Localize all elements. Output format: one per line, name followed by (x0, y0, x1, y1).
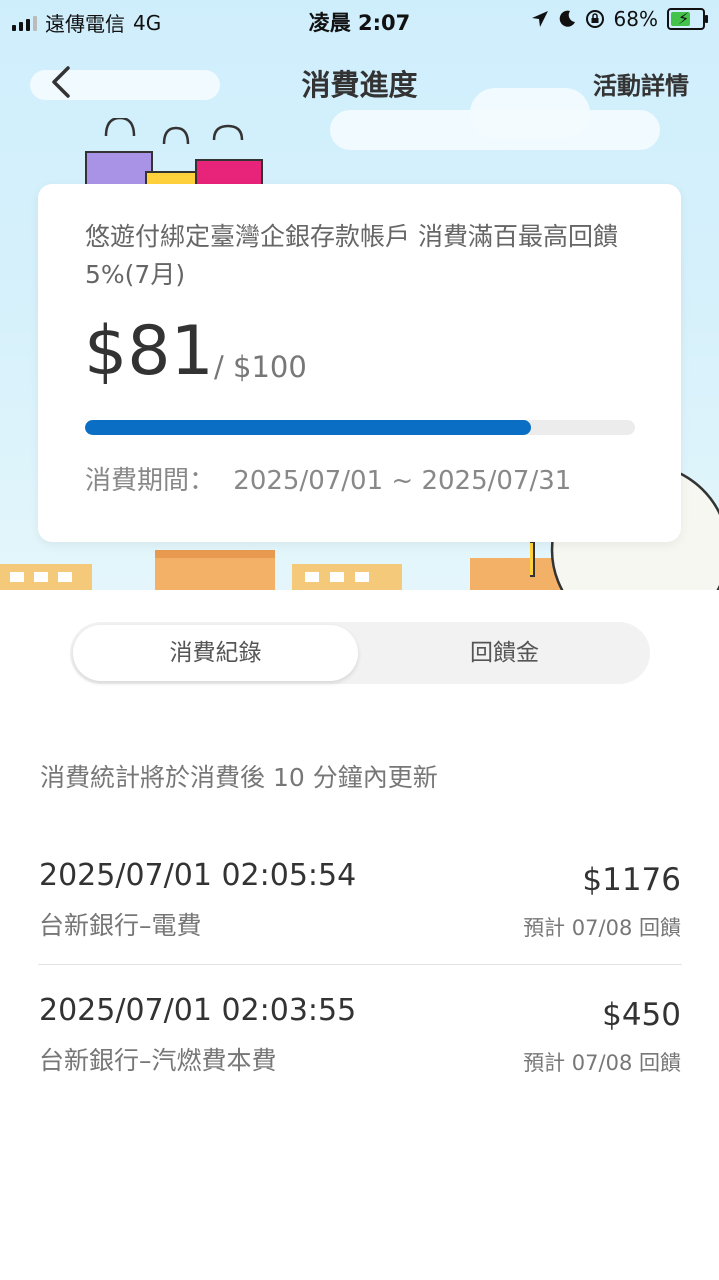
rotation-lock-icon (585, 10, 604, 28)
battery-percent: 68% (613, 7, 658, 31)
segmented-tabs: 消費紀錄 回饋金 (70, 622, 650, 684)
tab-spending-records[interactable]: 消費紀錄 (73, 625, 358, 681)
transaction-datetime: 2025/07/01 02:05:54 (39, 858, 357, 893)
period-value: 2025/07/01 ~ 2025/07/31 (233, 466, 572, 496)
transaction-merchant: 台新銀行–汽燃費本費 (39, 1046, 277, 1075)
status-bar: 遠傳電信 4G 凌晨 2:07 68% ⚡ (0, 0, 719, 40)
campaign-title: 悠遊付綁定臺灣企銀存款帳戶 消費滿百最高回饋5%(7月) (85, 222, 618, 289)
spending-progress-bar (85, 420, 635, 435)
reward-eta: 預計 07/08 回饋 (523, 1051, 681, 1075)
transaction-amount: $450 (602, 997, 681, 1033)
progress-fill (85, 420, 531, 435)
moon-icon (559, 10, 575, 27)
spending-period: 消費期間： 2025/07/01 ~ 2025/07/31 (85, 460, 571, 497)
period-label: 消費期間： (85, 466, 216, 496)
update-notice: 消費統計將於消費後 10 分鐘內更新 (40, 763, 438, 792)
activity-details-link[interactable]: 活動詳情 (593, 66, 689, 101)
tab-rewards[interactable]: 回饋金 (362, 625, 647, 681)
navigation-bar: 消費進度 活動詳情 (0, 50, 719, 112)
spent-amount: $81 (84, 312, 214, 391)
reward-eta: 預計 07/08 回饋 (523, 916, 681, 940)
transaction-row: 2025/07/01 02:05:54 台新銀行–電費 $1176 預計 07/… (39, 858, 681, 968)
status-right: 68% ⚡ (531, 7, 708, 31)
transaction-row: 2025/07/01 02:03:55 台新銀行–汽燃費本費 $450 預計 0… (39, 993, 681, 1103)
transaction-datetime: 2025/07/01 02:03:55 (39, 993, 357, 1028)
transaction-merchant: 台新銀行–電費 (39, 911, 202, 940)
battery-charging-icon: ⚡ (667, 8, 708, 30)
divider (38, 964, 682, 965)
transaction-amount: $1176 (582, 862, 681, 898)
target-amount: / $100 (214, 350, 307, 384)
shopping-bags-illustration (85, 118, 263, 188)
location-arrow-icon (531, 11, 548, 27)
progress-card: 悠遊付綁定臺灣企銀存款帳戶 消費滿百最高回饋5%(7月) $81 / $100 … (38, 184, 681, 542)
